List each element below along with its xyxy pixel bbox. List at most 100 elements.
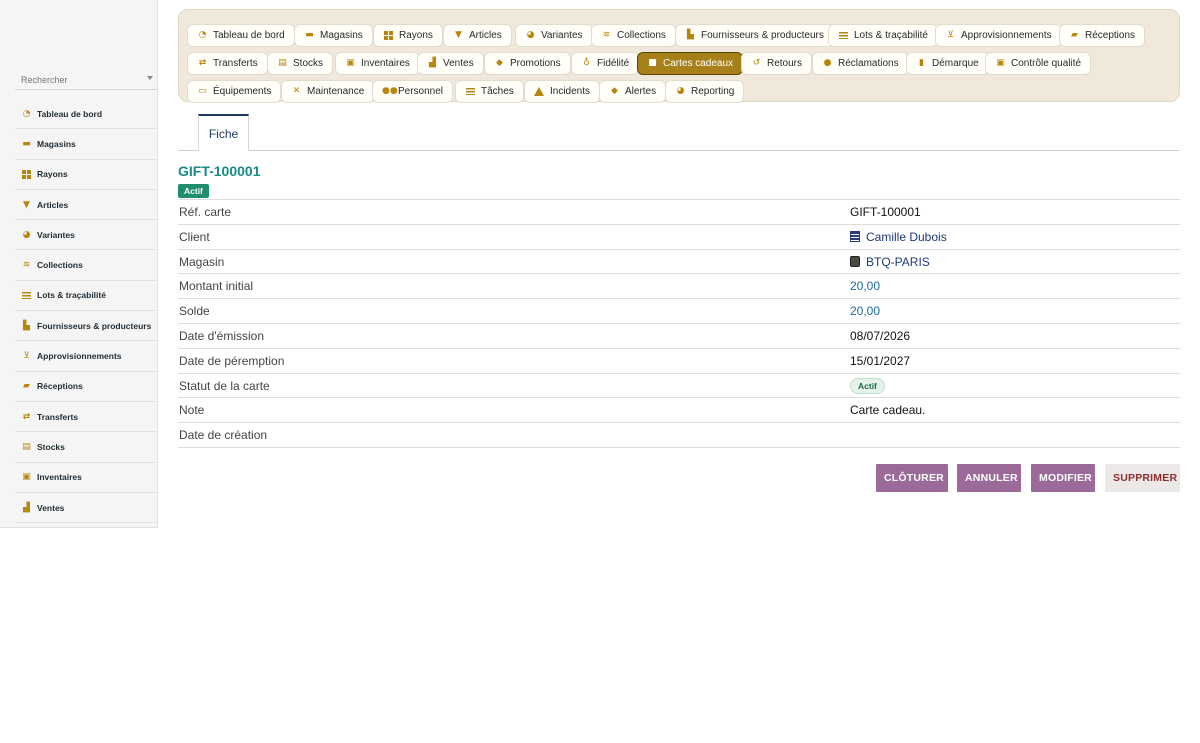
module-maintenance[interactable]: ✕ Maintenance [281,80,375,103]
truck-icon: ▰ [1071,30,1078,40]
desktop-icon: ▭ [198,86,207,96]
field-value: 08/07/2026 [850,329,910,343]
tshirt-icon: ▼ [455,30,462,40]
sidebar-search[interactable] [15,70,157,90]
dashboard-icon: ◔ [198,30,207,40]
field-value-text: 15/01/2027 [850,353,911,368]
module-promotions[interactable]: ◆ Promotions [484,52,571,75]
edit-button[interactable]: MODIFIER [1031,464,1095,492]
transfer-icon: ⇄ [198,58,207,68]
sidebar-item-inventaires[interactable]: ▣ Inventaires [15,463,157,493]
module-label: Contrôle qualité [1011,58,1082,69]
factory-icon: ▙ [23,320,30,331]
module-alertes[interactable]: ◆ Alertes [599,80,667,103]
module--quipements[interactable]: ▭ Équipements [187,80,282,103]
close-button[interactable]: CLÔTURER [876,464,948,492]
module-label: Approvisionnements [961,30,1052,41]
sidebar-item-stocks[interactable]: ▤ Stocks [15,432,157,463]
sidebar-item-transferts[interactable]: ⇄ Transferts [15,402,157,433]
field-value-text[interactable]: BTQ-PARIS [866,255,930,269]
module-label: Démarque [932,58,979,69]
module-inventaires[interactable]: ▣ Inventaires [335,52,420,75]
sidebar-item-tableau-de-bord[interactable]: ◔ Tableau de bord [15,99,157,130]
module-r-ceptions[interactable]: ▰ Réceptions [1059,24,1146,47]
module-variantes[interactable]: ◕ Variantes [515,24,593,47]
module-label: Fournisseurs & producteurs [701,30,824,41]
sidebar-item-label: Lots & traçabilité [37,290,106,301]
field-value: GIFT-100001 [850,205,921,219]
chevron-down-icon[interactable] [147,76,153,80]
module-cartes-cadeaux[interactable]: ■ Cartes cadeaux [637,52,744,75]
tab-fiche[interactable]: Fiche [198,114,249,151]
grid-icon [21,169,31,180]
sidebar-item-collections[interactable]: ≋ Collections [15,250,157,281]
module-personnel[interactable]: ●● Personnel [372,80,454,103]
module-fid-lit-[interactable]: ♁ Fidélité [571,52,640,75]
sidebar-item-label: Magasins [37,138,76,149]
module-reporting[interactable]: ◕ Reporting [665,80,745,103]
module-lots-tra-abilit-[interactable]: Lots & traçabilité [828,24,938,47]
field-label: Note [179,403,205,418]
field-value: 20,00 [850,279,880,293]
bell-icon: ◆ [611,86,618,96]
warning-icon [534,86,545,97]
module-stocks[interactable]: ▤ Stocks [267,52,334,75]
sidebar: ◔ Tableau de bord ▬ Magasins Rayons ▼ Articles… [0,0,158,528]
record-fields: Réf. carte GIFT-100001 Client Camille Duboi… [178,199,1180,448]
module-label: Alertes [625,86,657,97]
sidebar-item-label: Stocks [37,441,65,452]
sidebar-item-ventes[interactable]: ▟ Ventes [15,493,157,524]
field-value-text[interactable]: Camille Dubois [866,230,947,244]
sidebar-item-label: Transferts [37,411,79,422]
field-value: Carte cadeau. [850,403,925,417]
sidebar-item-approvisionnements[interactable]: ⊻ Approvisionnements [15,341,157,372]
layers-icon: ≋ [602,30,611,40]
field-label: Réf. carte [179,205,232,219]
field-row: Note Carte cadeau. [178,398,1180,424]
module-collections[interactable]: ≋ Collections [591,24,676,47]
module-approvisionnements[interactable]: ⊻ Approvisionnements [935,24,1062,47]
sidebar-item-variantes[interactable]: ◕ Variantes [15,220,157,251]
award-icon: ♁ [583,58,590,68]
store-badge-icon [850,256,860,268]
status-badge: Actif [178,184,209,198]
search-input[interactable] [15,71,135,89]
trash-icon: ▮ [919,58,924,68]
module-t-ches[interactable]: Tâches [455,80,524,103]
module-label: Équipements [213,86,272,97]
field-row: Solde 20,00 [178,299,1180,324]
factory-icon: ▙ [687,30,694,40]
cancel-button[interactable]: ANNULER [957,464,1021,492]
module-rayons[interactable]: Rayons [373,24,443,47]
sidebar-item-magasins[interactable]: ▬ Magasins [15,129,157,160]
truck-icon: ▰ [23,381,30,392]
sidebar-item-articles[interactable]: ▼ Articles [15,190,157,221]
module-magasins[interactable]: ▬ Magasins [294,24,373,47]
delete-button[interactable]: SUPPRIMER [1105,464,1180,492]
module-ventes[interactable]: ▟ Ventes [417,52,484,75]
module-retours[interactable]: ↺ Retours [741,52,813,75]
list-icon [21,290,31,300]
module-transferts[interactable]: ⇄ Transferts [187,52,268,75]
transfer-icon: ⇄ [22,411,31,422]
sidebar-item-r-ceptions[interactable]: ▰ Réceptions [15,372,157,402]
sidebar-item-rayons[interactable]: Rayons [15,160,157,190]
module-articles[interactable]: ▼ Articles [443,24,512,47]
sidebar-item-fournisseurs-producteurs[interactable]: ▙ Fournisseurs & producteurs [15,311,157,342]
module-label: Transferts [213,58,258,69]
sidebar-nav: ◔ Tableau de bord ▬ Magasins Rayons ▼ Articles… [15,99,157,524]
module-label: Tâches [481,86,514,97]
module-contr-le-qualit-[interactable]: ▣ Contrôle qualité [985,52,1092,75]
module-tableau-de-bord[interactable]: ◔ Tableau de bord [187,24,295,47]
field-row: Date de péremption 15/01/2027 [178,349,1180,374]
sidebar-item-lots-tra-abilit-[interactable]: Lots & traçabilité [15,281,157,312]
field-value[interactable]: Camille Dubois [850,230,947,244]
module-label: Variantes [541,30,583,41]
module-label: Stocks [293,58,324,69]
module-r-clamations[interactable]: ● Réclamations [812,52,909,75]
field-value[interactable]: BTQ-PARIS [850,255,930,269]
module-incidents[interactable]: Incidents [524,80,601,103]
cash-register-icon: ▟ [429,58,436,68]
module-d-marque[interactable]: ▮ Démarque [906,52,989,75]
module-fournisseurs-producteurs[interactable]: ▙ Fournisseurs & producteurs [675,24,834,47]
